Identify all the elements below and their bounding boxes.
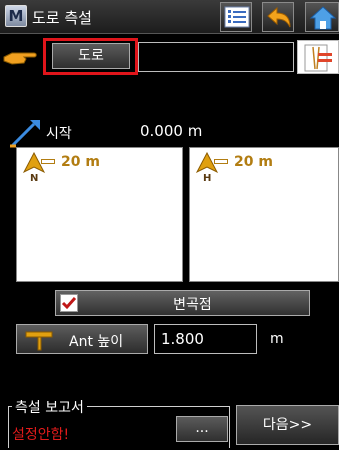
list-button[interactable] (220, 2, 252, 32)
vertex-label: 변곡점 (173, 297, 212, 313)
heading-letter: H (203, 173, 212, 184)
antenna-height-unit: m (270, 331, 284, 347)
road-name-field[interactable] (138, 42, 294, 72)
road-row: 도로 (0, 36, 339, 76)
heading-map-view[interactable]: H 20 m (189, 147, 339, 282)
home-icon (309, 6, 337, 30)
report-legend: 측설 보고서 (12, 397, 87, 417)
report-status: 설정안함! (12, 427, 70, 443)
map-scale-label: 20 m (61, 154, 100, 170)
north-letter: N (30, 173, 39, 184)
scale-bar (214, 159, 228, 164)
app-menu-icon[interactable]: M (5, 5, 27, 27)
road-list-button[interactable] (297, 40, 339, 74)
title-bar: M 도로 측설 (0, 0, 339, 34)
antenna-icon (25, 331, 53, 351)
pointing-hand-icon (3, 52, 37, 65)
antenna-height-input[interactable]: 1.800 (154, 324, 257, 354)
back-button[interactable] (262, 2, 294, 32)
station-pole-icon (10, 120, 40, 148)
window-title: 도로 측설 (32, 9, 92, 27)
road-button[interactable]: 도로 (52, 43, 130, 69)
road-list-icon (304, 44, 332, 72)
start-label: 시작 (46, 126, 72, 142)
north-map-view[interactable]: N 20 m (16, 147, 183, 282)
next-button[interactable]: 다음>> (236, 405, 339, 445)
start-row: 시작 0.000 m (0, 116, 339, 148)
vertex-toggle[interactable]: 변곡점 (55, 290, 310, 316)
map-scale-label: 20 m (234, 154, 273, 170)
home-button[interactable] (305, 2, 339, 32)
start-value: 0.000 m (140, 122, 203, 140)
scale-bar (41, 159, 55, 164)
antenna-height-label: Ant 높이 (69, 334, 124, 350)
antenna-height-button[interactable]: Ant 높이 (16, 324, 148, 354)
report-browse-button[interactable]: ... (176, 416, 228, 442)
list-icon (224, 6, 250, 28)
back-icon (267, 6, 291, 28)
